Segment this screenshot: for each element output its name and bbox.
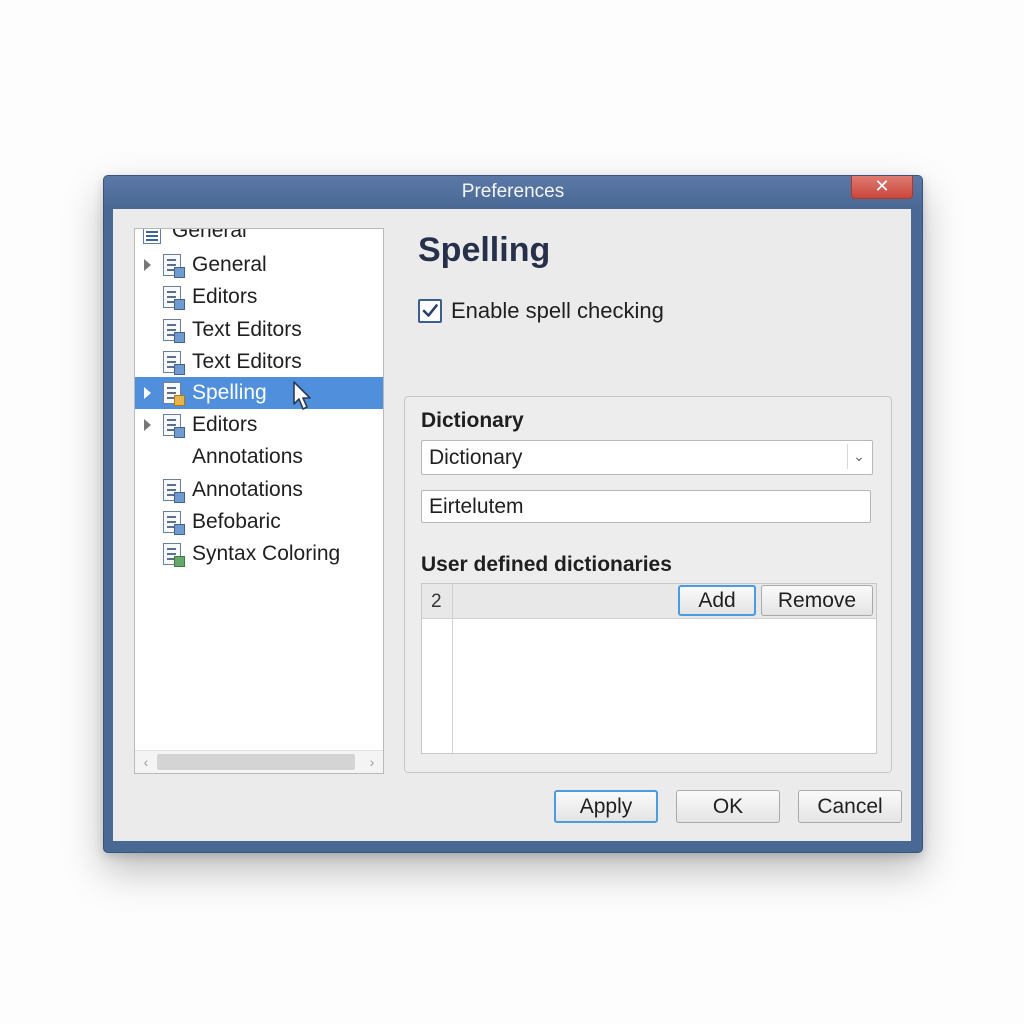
apply-button[interactable]: Apply bbox=[554, 790, 658, 823]
user-dictionaries-label: User defined dictionaries bbox=[421, 553, 672, 576]
dictionary-path-field[interactable]: Eirtelutem bbox=[421, 490, 871, 523]
document-icon bbox=[163, 286, 185, 310]
tree-item-label: Spelling bbox=[192, 381, 267, 404]
chevron-down-icon[interactable]: ⌄ bbox=[847, 444, 870, 469]
tree-item-label: Editors bbox=[192, 285, 258, 308]
ok-button[interactable]: OK bbox=[676, 790, 780, 823]
expand-arrow-icon[interactable] bbox=[144, 387, 151, 399]
close-button[interactable]: ✕ bbox=[851, 176, 913, 199]
document-icon bbox=[163, 414, 185, 438]
tree-item-label: Annotations bbox=[192, 478, 303, 501]
tree-item-label: General bbox=[172, 228, 247, 242]
tree-item-general[interactable]: General bbox=[135, 249, 383, 281]
dictionary-group: Dictionary Dictionary ⌄ Eirtelutem User … bbox=[404, 396, 892, 773]
list-icon bbox=[143, 229, 161, 244]
cancel-button[interactable]: Cancel bbox=[798, 790, 902, 823]
user-dictionaries-table[interactable]: 2 Add Remove bbox=[421, 583, 877, 754]
scroll-right-icon[interactable]: › bbox=[365, 755, 379, 769]
preferences-tree[interactable]: General General Editors Text Editors Tex… bbox=[134, 228, 384, 774]
tree-item-label: Editors bbox=[192, 413, 258, 436]
tree-item-annotations-2[interactable]: Annotations bbox=[135, 474, 383, 506]
tree-item-text-editors-2[interactable]: Text Editors bbox=[135, 346, 383, 378]
tree-item-label: Annotations bbox=[192, 445, 303, 468]
tree-item-editors[interactable]: Editors bbox=[135, 281, 383, 313]
enable-spell-checking-label: Enable spell checking bbox=[451, 298, 664, 323]
mouse-cursor-icon bbox=[293, 381, 311, 410]
dialog-body: General General Editors Text Editors Tex… bbox=[113, 209, 911, 841]
window-title: Preferences bbox=[461, 181, 565, 202]
tree-item-general-partial[interactable]: General bbox=[135, 228, 383, 247]
document-icon bbox=[163, 319, 185, 343]
close-icon: ✕ bbox=[874, 176, 890, 196]
horizontal-scrollbar[interactable]: ‹ › bbox=[135, 750, 383, 773]
add-button[interactable]: Add bbox=[678, 585, 756, 616]
table-header: 2 Add Remove bbox=[422, 584, 876, 619]
dictionary-select-value: Dictionary bbox=[429, 446, 523, 469]
tree-item-annotations[interactable]: Annotations bbox=[135, 441, 383, 473]
tree-item-befobaric[interactable]: Befobaric bbox=[135, 506, 383, 538]
tree-item-label: Syntax Coloring bbox=[192, 542, 341, 565]
tree-item-editors-2[interactable]: Editors bbox=[135, 409, 383, 441]
dictionary-label: Dictionary bbox=[421, 409, 524, 432]
document-icon bbox=[163, 479, 185, 503]
document-icon bbox=[163, 543, 185, 567]
enable-spell-checking-checkbox[interactable] bbox=[418, 299, 442, 323]
tree-item-text-editors[interactable]: Text Editors bbox=[135, 314, 383, 346]
scroll-left-icon[interactable]: ‹ bbox=[139, 755, 153, 769]
document-icon bbox=[163, 511, 185, 535]
expand-arrow-icon[interactable] bbox=[144, 419, 151, 431]
document-icon bbox=[163, 351, 185, 375]
column-divider bbox=[452, 584, 453, 753]
tree-item-syntax-coloring[interactable]: Syntax Coloring bbox=[135, 538, 383, 570]
scrollbar-thumb[interactable] bbox=[157, 754, 355, 770]
tree-item-spelling[interactable]: Spelling bbox=[135, 377, 383, 410]
tree-item-label: Text Editors bbox=[192, 350, 302, 373]
tree-item-label: Befobaric bbox=[192, 510, 281, 533]
tree-item-label: General bbox=[192, 253, 267, 276]
checkmark-icon bbox=[422, 304, 438, 317]
document-icon bbox=[163, 382, 185, 406]
preferences-dialog: Preferences ✕ General General Editors Te… bbox=[103, 175, 923, 853]
page-title: Spelling bbox=[418, 231, 551, 269]
row-number: 2 bbox=[431, 591, 442, 612]
expand-arrow-icon[interactable] bbox=[144, 259, 151, 271]
document-icon bbox=[163, 254, 185, 278]
dictionary-select[interactable]: Dictionary ⌄ bbox=[421, 440, 873, 475]
tree-item-label: Text Editors bbox=[192, 318, 302, 341]
remove-button[interactable]: Remove bbox=[761, 585, 873, 616]
title-bar[interactable]: Preferences ✕ bbox=[104, 176, 922, 209]
